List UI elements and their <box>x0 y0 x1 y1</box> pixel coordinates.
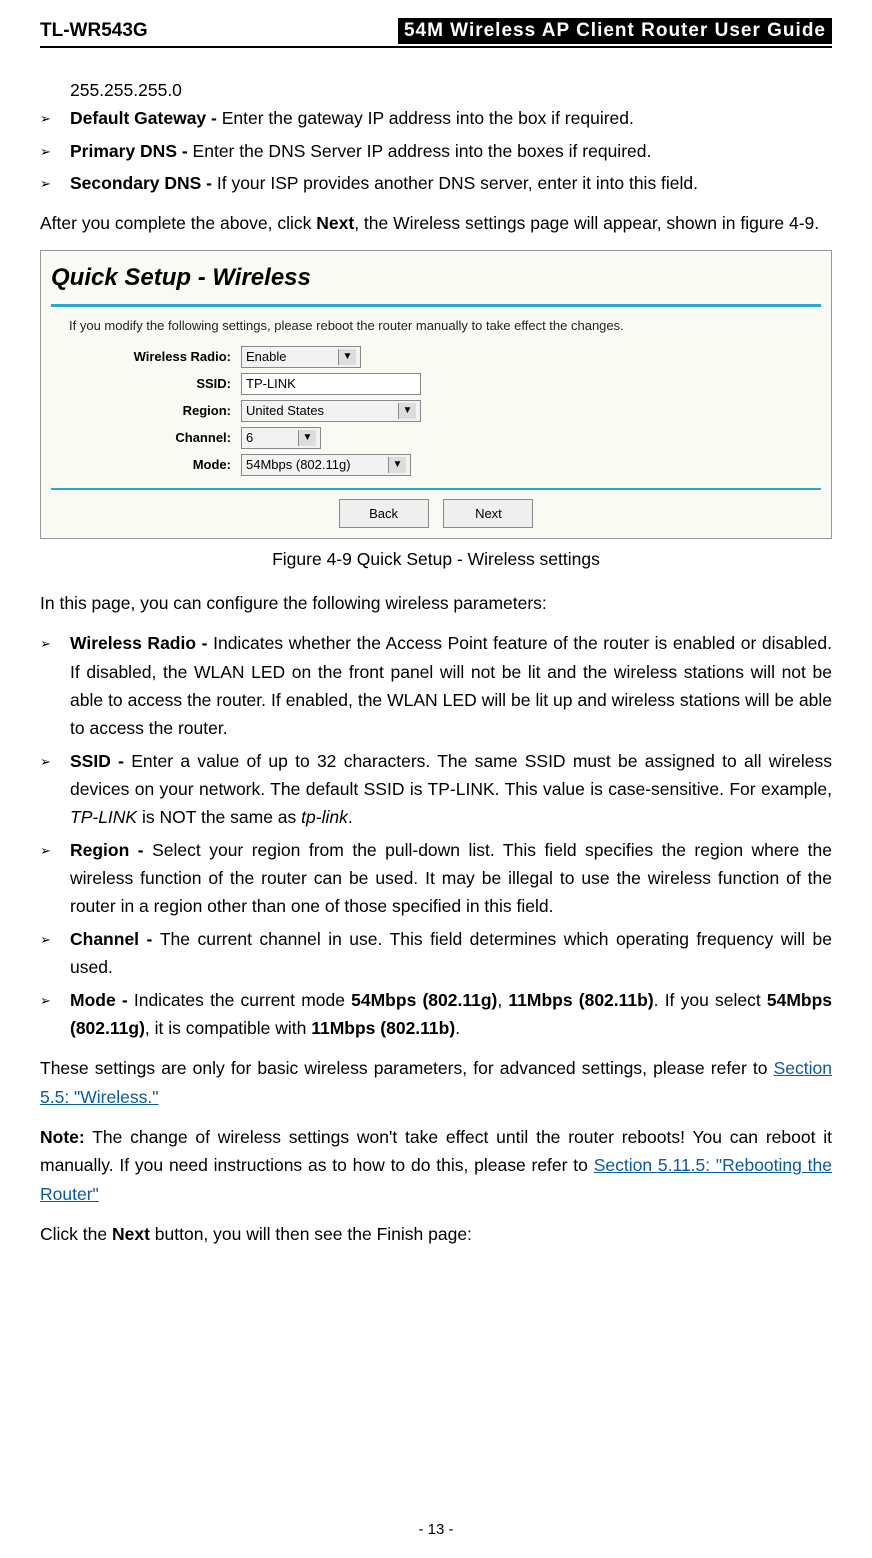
list-item: ➢ Secondary DNS - If your ISP provides a… <box>40 169 832 197</box>
list-item: ➢ Default Gateway - Enter the gateway IP… <box>40 104 832 132</box>
figure-screenshot: Quick Setup - Wireless If you modify the… <box>40 250 832 539</box>
channel-select[interactable]: 6▼ <box>241 427 321 449</box>
chevron-right-icon: ➢ <box>40 169 70 197</box>
chevron-right-icon: ➢ <box>40 747 70 832</box>
chevron-down-icon: ▼ <box>338 349 356 365</box>
chevron-right-icon: ➢ <box>40 925 70 982</box>
list-item: ➢ SSID - Enter a value of up to 32 chara… <box>40 747 832 832</box>
chevron-right-icon: ➢ <box>40 104 70 132</box>
figure-caption: Figure 4-9 Quick Setup - Wireless settin… <box>40 545 832 573</box>
model-name: TL-WR543G <box>40 20 148 42</box>
channel-label: Channel: <box>131 427 241 448</box>
paragraph: Click the Next button, you will then see… <box>40 1220 832 1248</box>
back-button[interactable]: Back <box>339 499 429 528</box>
form-row: Wireless Radio: Enable▼ <box>131 346 821 368</box>
chevron-right-icon: ➢ <box>40 986 70 1043</box>
wireless-radio-label: Wireless Radio: <box>131 346 241 367</box>
form-row: SSID: TP-LINK <box>131 373 821 395</box>
figure-note: If you modify the following settings, pl… <box>69 315 821 336</box>
paragraph: In this page, you can configure the foll… <box>40 589 832 617</box>
guide-title: 54M Wireless AP Client Router User Guide <box>398 18 832 44</box>
top-bullet-list: ➢ Default Gateway - Enter the gateway IP… <box>40 104 832 197</box>
horizontal-rule <box>51 304 821 307</box>
form-row: Region: United States▼ <box>131 400 821 422</box>
chevron-right-icon: ➢ <box>40 137 70 165</box>
paragraph: These settings are only for basic wirele… <box>40 1054 832 1111</box>
note-paragraph: Note: The change of wireless settings wo… <box>40 1123 832 1208</box>
chevron-down-icon: ▼ <box>388 457 406 473</box>
mode-select[interactable]: 54Mbps (802.11g)▼ <box>241 454 411 476</box>
chevron-down-icon: ▼ <box>398 403 416 419</box>
region-label: Region: <box>131 400 241 421</box>
list-item: ➢ Mode - Indicates the current mode 54Mb… <box>40 986 832 1043</box>
ssid-input[interactable]: TP-LINK <box>241 373 421 395</box>
ssid-label: SSID: <box>131 373 241 394</box>
horizontal-rule <box>51 488 821 490</box>
list-item: ➢ Channel - The current channel in use. … <box>40 925 832 982</box>
page-header: TL-WR543G 54M Wireless AP Client Router … <box>40 18 832 48</box>
list-item: ➢ Primary DNS - Enter the DNS Server IP … <box>40 137 832 165</box>
form-row: Mode: 54Mbps (802.11g)▼ <box>131 454 821 476</box>
paragraph: After you complete the above, click Next… <box>40 209 832 237</box>
chevron-right-icon: ➢ <box>40 629 70 742</box>
form-row: Channel: 6▼ <box>131 427 821 449</box>
page-number: - 13 - <box>0 1521 872 1538</box>
chevron-right-icon: ➢ <box>40 836 70 921</box>
figure-title: Quick Setup - Wireless <box>51 259 821 298</box>
param-bullet-list: ➢ Wireless Radio - Indicates whether the… <box>40 629 832 1042</box>
region-select[interactable]: United States▼ <box>241 400 421 422</box>
mode-label: Mode: <box>131 454 241 475</box>
list-item: ➢ Region - Select your region from the p… <box>40 836 832 921</box>
continuation-text: 255.255.255.0 <box>70 76 832 104</box>
chevron-down-icon: ▼ <box>298 430 316 446</box>
wireless-radio-select[interactable]: Enable▼ <box>241 346 361 368</box>
next-button[interactable]: Next <box>443 499 533 528</box>
list-item: ➢ Wireless Radio - Indicates whether the… <box>40 629 832 742</box>
